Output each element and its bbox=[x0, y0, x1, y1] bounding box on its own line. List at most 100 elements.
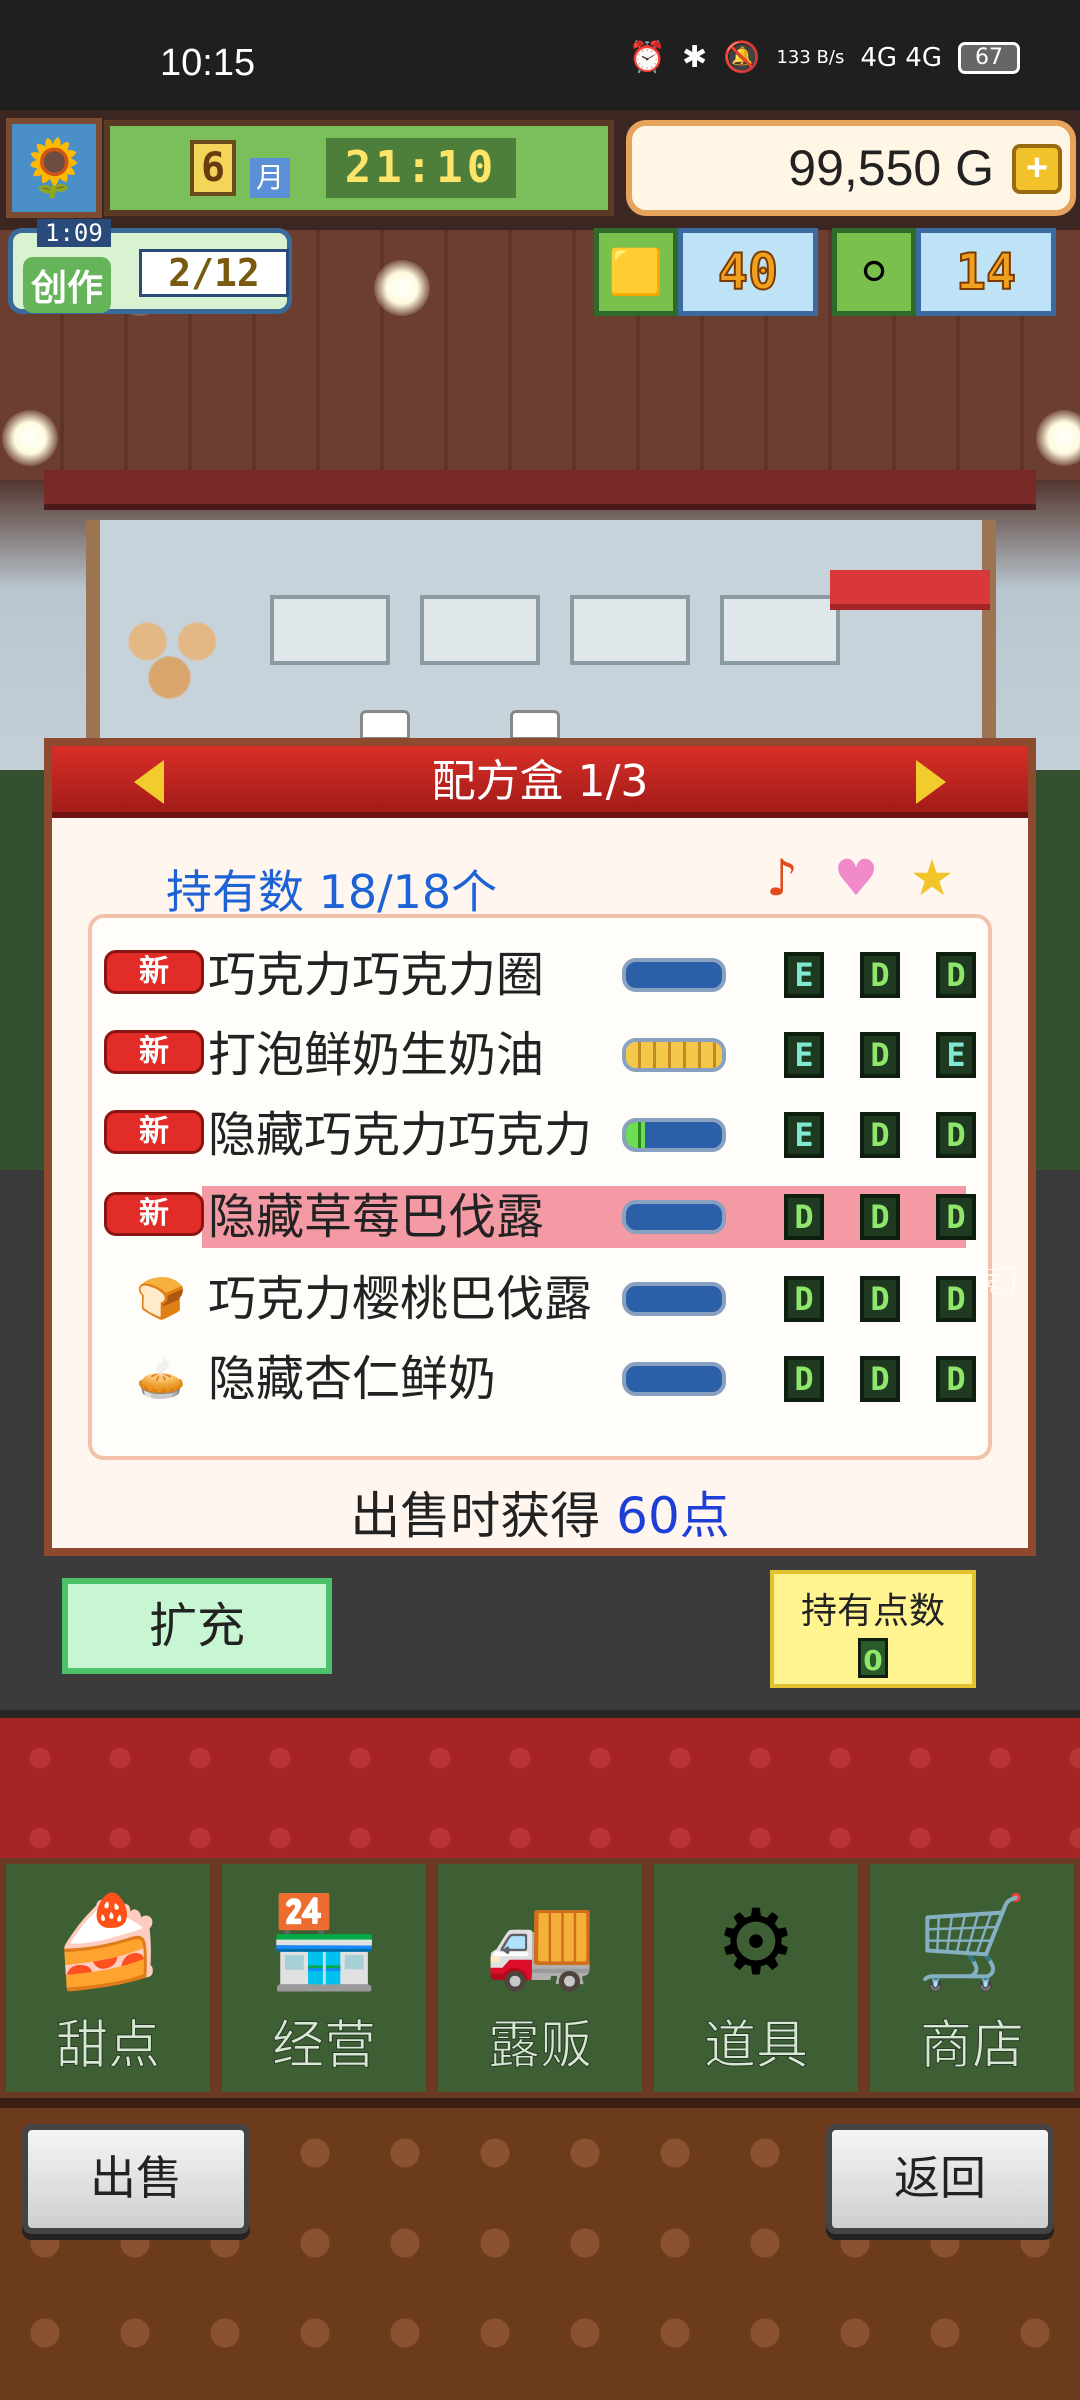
new-badge: 新 bbox=[104, 1030, 204, 1074]
money-display: 99,550 G + bbox=[626, 120, 1076, 216]
create-label: 创作 bbox=[23, 257, 112, 313]
gold-count: 40 bbox=[678, 228, 818, 316]
sale-prefix: 出售时获得 bbox=[350, 1487, 601, 1545]
next-page-arrow-icon[interactable] bbox=[916, 760, 946, 804]
progress-bar bbox=[622, 1362, 726, 1396]
grade-badge: D bbox=[784, 1194, 824, 1240]
top-hud: 🌻 6 月 21:10 99,550 G + 1:09 创作 2/12 🟨 40… bbox=[0, 110, 1080, 316]
recipe-row[interactable]: 🥧 隐藏杏仁鲜奶 D D D bbox=[92, 1344, 992, 1410]
create-timer: 1:09 bbox=[37, 219, 111, 247]
create-count: 2/12 bbox=[139, 249, 289, 297]
coin-resource: ⚪ 14 bbox=[832, 228, 1056, 316]
oven bbox=[720, 595, 840, 665]
back-button[interactable]: 返回 bbox=[826, 2124, 1054, 2234]
sale-points: 出售时获得 60点 bbox=[52, 1476, 1028, 1548]
grade-badge: D bbox=[784, 1356, 824, 1402]
grade-badge: D bbox=[860, 1112, 900, 1158]
heart-icon[interactable]: ♥ bbox=[828, 850, 884, 906]
points-box: 持有点数 0 bbox=[770, 1570, 976, 1688]
recipe-name: 打泡鲜奶生奶油 bbox=[208, 1028, 545, 1082]
menu-item-cake[interactable]: 🍰 甜点 bbox=[0, 1858, 216, 2098]
panel-header: 配方盒 1/3 bbox=[52, 746, 1028, 818]
grade-badge: D bbox=[936, 1356, 976, 1402]
panel-title: 配方盒 1/3 bbox=[431, 756, 649, 807]
recipe-row[interactable]: 新巧克力巧克力圈 E D D bbox=[92, 940, 992, 1006]
grade-badge: D bbox=[784, 1276, 824, 1322]
grade-badge: E bbox=[784, 1112, 824, 1158]
bluetooth-icon: ✱ bbox=[681, 40, 708, 75]
gold-bar-icon: 🟨 bbox=[594, 228, 678, 316]
gold-resource: 🟨 40 bbox=[594, 228, 818, 316]
menu-item-label: 经营 bbox=[271, 2016, 376, 2077]
sale-points-value: 60点 bbox=[616, 1487, 730, 1545]
recipe-row[interactable]: 新打泡鲜奶生奶油 E D E bbox=[92, 1020, 992, 1086]
status-bar: 10:15 ⏰ ✱ 🔕 133 B/s 4G 4G 67 bbox=[0, 0, 1080, 110]
game-clock: 21:10 bbox=[326, 138, 516, 198]
recipe-row[interactable]: 新隐藏草莓巴伐露 D D D bbox=[92, 1182, 992, 1248]
grade-badge: D bbox=[860, 1356, 900, 1402]
grade-badge: E bbox=[784, 952, 824, 998]
create-status[interactable]: 1:09 创作 2/12 bbox=[8, 219, 292, 314]
status-icons: ⏰ ✱ 🔕 133 B/s 4G 4G 67 bbox=[629, 40, 1020, 75]
oven bbox=[570, 595, 690, 665]
recipe-name: 隐藏杏仁鲜奶 bbox=[208, 1352, 497, 1406]
signal-icon: 4G 4G bbox=[860, 42, 942, 73]
bread-display bbox=[120, 610, 230, 700]
menu-item-cart[interactable]: 🛒 商店 bbox=[864, 1858, 1080, 2098]
add-money-button[interactable]: + bbox=[1012, 144, 1062, 194]
progress-bar bbox=[622, 1118, 726, 1152]
recipe-row[interactable]: 🍞 巧克力樱桃巴伐露 D D D bbox=[92, 1264, 992, 1330]
bottom-menu: 🍰 甜点 🏪 经营 🚚 露贩 ⚙ 道具 🛒 商店 bbox=[0, 1858, 1080, 2098]
recipe-name: 隐藏草莓巴伐露 bbox=[208, 1190, 545, 1244]
coin-count: 14 bbox=[916, 228, 1056, 316]
menu-item-label: 露贩 bbox=[487, 2016, 592, 2077]
progress-bar bbox=[622, 958, 726, 992]
money-amount: 99,550 G bbox=[788, 140, 994, 196]
battery-icon: 67 bbox=[958, 41, 1020, 74]
music-note-icon[interactable]: ♪ bbox=[754, 850, 810, 906]
menu-item-label: 道具 bbox=[703, 2016, 808, 2077]
points-value: 0 bbox=[858, 1638, 888, 1678]
oven bbox=[270, 595, 390, 665]
recipe-name: 巧克力樱桃巴伐露 bbox=[208, 1272, 590, 1326]
menu-item-food-truck[interactable]: 🚚 露贩 bbox=[432, 1858, 648, 2098]
month-label: 月 bbox=[250, 158, 290, 198]
recipe-name: 隐藏巧克力巧克力 bbox=[208, 1108, 590, 1162]
alarm-icon: ⏰ bbox=[628, 40, 666, 75]
progress-bar bbox=[622, 1200, 726, 1234]
hand-pointer-icon: ☜ bbox=[970, 1248, 1021, 1313]
shop-awning bbox=[44, 470, 1036, 510]
network-speed: 133 B/s bbox=[776, 46, 845, 68]
grade-badge: D bbox=[860, 952, 900, 998]
sunflower-icon[interactable]: 🌻 bbox=[6, 118, 102, 218]
month-number: 6 bbox=[190, 140, 236, 196]
recipe-list: 新巧克力巧克力圈 E D D 新打泡鲜奶生奶油 E D E 新隐藏巧克力巧克力 E D D 新隐藏草莓巴… bbox=[88, 914, 992, 1460]
mute-icon: 🔕 bbox=[723, 40, 761, 75]
recipe-name: 巧克力巧克力圈 bbox=[208, 948, 545, 1002]
grade-badge: E bbox=[784, 1032, 824, 1078]
progress-fill bbox=[626, 1042, 722, 1068]
menu-item-gear-bag[interactable]: ⚙ 道具 bbox=[648, 1858, 864, 2098]
grade-badge: D bbox=[860, 1194, 900, 1240]
points-label: 持有点数 bbox=[800, 1591, 945, 1632]
coin-icon: ⚪ bbox=[832, 228, 916, 316]
grade-badge: D bbox=[936, 952, 976, 998]
expand-button[interactable]: 扩充 bbox=[62, 1578, 332, 1674]
decorative-band bbox=[0, 1718, 1080, 1858]
sell-button[interactable]: 出售 bbox=[22, 2124, 250, 2234]
menu-item-label: 商店 bbox=[919, 2016, 1024, 2077]
date-display: 6 月 21:10 bbox=[104, 120, 614, 216]
dessert-icon: 🥧 bbox=[136, 1356, 186, 1402]
menu-item-label: 甜点 bbox=[55, 2016, 160, 2077]
menu-item-shop-building[interactable]: 🏪 经营 bbox=[216, 1858, 432, 2098]
prev-page-arrow-icon[interactable] bbox=[134, 760, 164, 804]
lamp-icon bbox=[2, 410, 58, 466]
recipe-row[interactable]: 新隐藏巧克力巧克力 E D D bbox=[92, 1100, 992, 1166]
new-badge: 新 bbox=[104, 1110, 204, 1154]
star-icon[interactable]: ★ bbox=[904, 850, 960, 906]
tree bbox=[1030, 770, 1080, 1170]
cake-icon: 🍰 bbox=[51, 1890, 165, 1995]
progress-fill bbox=[626, 1122, 646, 1148]
recipe-panel: 配方盒 1/3 持有数 18/18个 ♪ ♥ ★ 新巧克力巧克力圈 E D D 新打泡鲜… bbox=[44, 738, 1036, 1556]
gear-bag-icon: ⚙ bbox=[715, 1890, 797, 1995]
